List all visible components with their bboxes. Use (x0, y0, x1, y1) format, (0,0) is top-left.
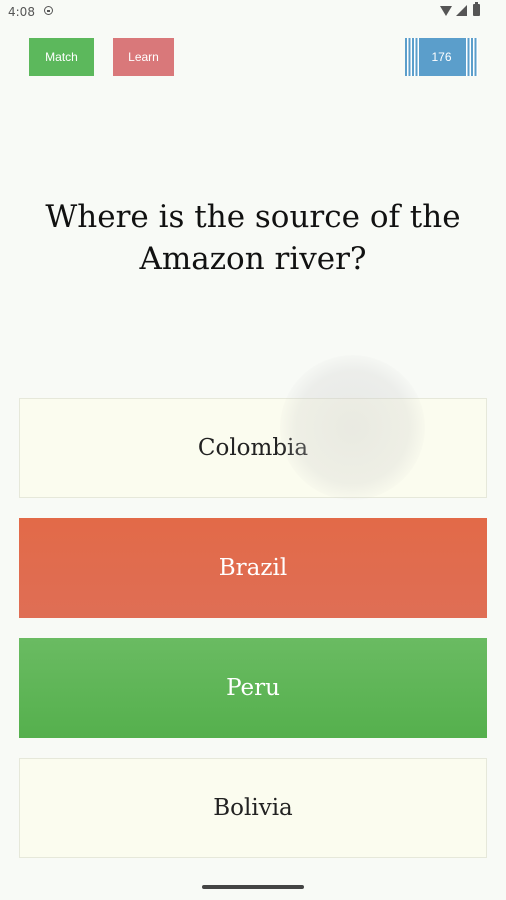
answer-option-colombia[interactable]: Colombia (19, 398, 487, 498)
learn-button[interactable]: Learn (113, 38, 174, 76)
signal-icon (456, 5, 467, 16)
battery-icon (473, 2, 480, 16)
wifi-icon (440, 6, 452, 16)
match-button[interactable]: Match (29, 38, 94, 76)
answer-option-brazil[interactable]: Brazil (19, 518, 487, 618)
answer-option-peru[interactable]: Peru (19, 638, 487, 738)
score-stripes-right (464, 38, 478, 76)
score-value: 176 (431, 50, 452, 64)
answer-option-bolivia[interactable]: Bolivia (19, 758, 487, 858)
score-stripes-left (405, 38, 419, 76)
home-indicator[interactable] (202, 885, 304, 889)
score-badge[interactable]: 176 (405, 38, 478, 76)
status-bar: 4:08 (0, 0, 506, 26)
status-time: 4:08 (8, 5, 35, 19)
question-text: Where is the source of the Amazon river? (45, 199, 461, 277)
clock-icon (44, 6, 53, 15)
